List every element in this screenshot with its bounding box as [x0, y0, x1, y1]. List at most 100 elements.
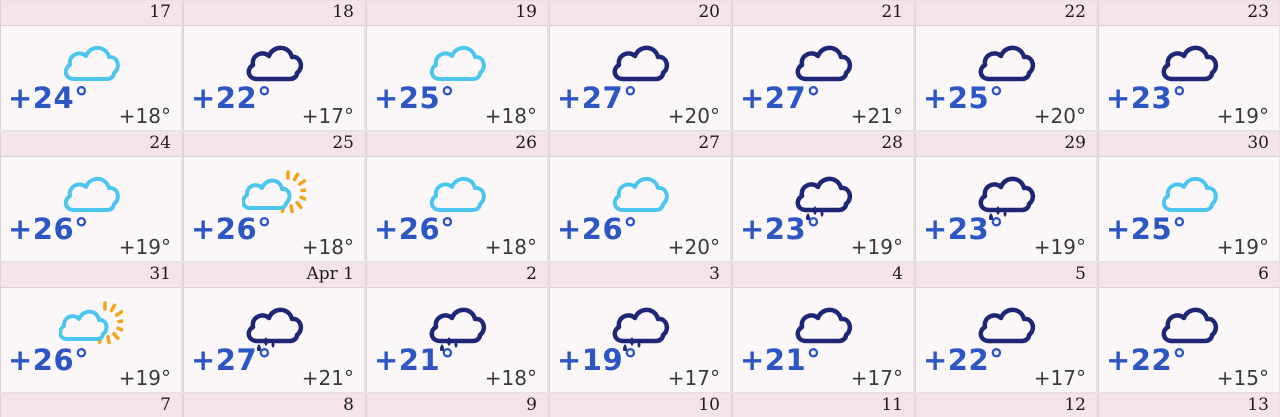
day-date: 8: [343, 395, 354, 415]
day-header: 31: [1, 263, 181, 288]
high-temperature: +26°: [557, 212, 639, 246]
day-cell[interactable]: 22 +25° +20°: [915, 1, 1096, 130]
day-header: 10: [550, 394, 730, 417]
day-date: 26: [515, 133, 537, 153]
day-header: 30: [1099, 132, 1279, 157]
day-header: 12: [916, 394, 1096, 417]
day-date: 4: [892, 264, 903, 284]
day-header: 28: [733, 132, 913, 157]
day-cell[interactable]: 11: [732, 394, 913, 417]
day-cell[interactable]: 2 +21° +18°: [366, 263, 547, 392]
day-cell[interactable]: 26 +26° +18°: [366, 132, 547, 261]
low-temperature: +18°: [301, 235, 354, 259]
day-header: 18: [184, 1, 364, 26]
day-date: 19: [515, 2, 537, 22]
day-date: 5: [1075, 264, 1086, 284]
low-temperature: +18°: [484, 366, 537, 390]
day-date: Apr 1: [306, 264, 354, 284]
low-temperature: +18°: [484, 104, 537, 128]
day-header: 11: [733, 394, 913, 417]
day-header: 19: [367, 1, 547, 26]
day-header: 3: [550, 263, 730, 288]
high-temperature: +23°: [923, 212, 1005, 246]
day-header: 5: [916, 263, 1096, 288]
high-temperature: +26°: [8, 212, 90, 246]
high-temperature: +26°: [374, 212, 456, 246]
day-date: 25: [332, 133, 354, 153]
day-header: Apr 1: [184, 263, 364, 288]
day-header: 4: [733, 263, 913, 288]
low-temperature: +19°: [118, 235, 171, 259]
weather-calendar-grid: 17 +24° +18° 18 +22° +17° 19 +25° +18° 20 +27° +20°…: [0, 0, 1280, 417]
day-cell[interactable]: 17 +24° +18°: [0, 1, 181, 130]
day-cell[interactable]: 30 +25° +19°: [1098, 132, 1279, 261]
low-temperature: +20°: [667, 235, 720, 259]
day-date: 23: [1247, 2, 1269, 22]
low-temperature: +17°: [1033, 366, 1086, 390]
high-temperature: +26°: [8, 343, 90, 377]
day-cell[interactable]: 10: [549, 394, 730, 417]
day-cell[interactable]: 18 +22° +17°: [183, 1, 364, 130]
day-date: 10: [698, 395, 720, 415]
day-header: 2: [367, 263, 547, 288]
day-cell[interactable]: Apr 1 +27° +21°: [183, 263, 364, 392]
day-header: 13: [1099, 394, 1279, 417]
day-header: 8: [184, 394, 364, 417]
day-cell[interactable]: 4 +21° +17°: [732, 263, 913, 392]
low-temperature: +15°: [1216, 366, 1269, 390]
low-temperature: +21°: [850, 104, 903, 128]
day-date: 22: [1064, 2, 1086, 22]
high-temperature: +24°: [8, 81, 90, 115]
day-header: 17: [1, 1, 181, 26]
day-cell[interactable]: 5 +22° +17°: [915, 263, 1096, 392]
day-cell[interactable]: 9: [366, 394, 547, 417]
high-temperature: +25°: [1106, 212, 1188, 246]
day-date: 24: [149, 133, 171, 153]
day-header: 27: [550, 132, 730, 157]
day-cell[interactable]: 19 +25° +18°: [366, 1, 547, 130]
day-cell[interactable]: 29 +23° +19°: [915, 132, 1096, 261]
low-temperature: +19°: [1216, 104, 1269, 128]
day-date: 20: [698, 2, 720, 22]
day-cell[interactable]: 6 +22° +15°: [1098, 263, 1279, 392]
high-temperature: +22°: [191, 81, 273, 115]
low-temperature: +21°: [301, 366, 354, 390]
day-cell[interactable]: 31 +26° +19°: [0, 263, 181, 392]
day-date: 6: [1258, 264, 1269, 284]
day-date: 11: [881, 395, 903, 415]
low-temperature: +20°: [667, 104, 720, 128]
day-date: 12: [1064, 395, 1086, 415]
day-cell[interactable]: 13: [1098, 394, 1279, 417]
day-cell[interactable]: 23 +23° +19°: [1098, 1, 1279, 130]
day-header: 29: [916, 132, 1096, 157]
day-cell[interactable]: 25 +26° +18°: [183, 132, 364, 261]
day-cell[interactable]: 3 +19° +17°: [549, 263, 730, 392]
day-cell[interactable]: 12: [915, 394, 1096, 417]
day-date: 27: [698, 133, 720, 153]
high-temperature: +23°: [740, 212, 822, 246]
day-date: 29: [1064, 133, 1086, 153]
high-temperature: +27°: [557, 81, 639, 115]
day-date: 7: [160, 395, 171, 415]
day-header: 24: [1, 132, 181, 157]
day-cell[interactable]: 21 +27° +21°: [732, 1, 913, 130]
day-cell[interactable]: 8: [183, 394, 364, 417]
day-date: 18: [332, 2, 354, 22]
low-temperature: +18°: [118, 104, 171, 128]
day-date: 3: [709, 264, 720, 284]
low-temperature: +19°: [118, 366, 171, 390]
day-cell[interactable]: 7: [0, 394, 181, 417]
day-header: 23: [1099, 1, 1279, 26]
day-header: 25: [184, 132, 364, 157]
day-cell[interactable]: 24 +26° +19°: [0, 132, 181, 261]
low-temperature: +17°: [301, 104, 354, 128]
high-temperature: +25°: [923, 81, 1005, 115]
day-cell[interactable]: 28 +23° +19°: [732, 132, 913, 261]
day-cell[interactable]: 27 +26° +20°: [549, 132, 730, 261]
day-header: 6: [1099, 263, 1279, 288]
day-header: 20: [550, 1, 730, 26]
day-date: 21: [881, 2, 903, 22]
day-header: 9: [367, 394, 547, 417]
day-cell[interactable]: 20 +27° +20°: [549, 1, 730, 130]
day-date: 13: [1247, 395, 1269, 415]
